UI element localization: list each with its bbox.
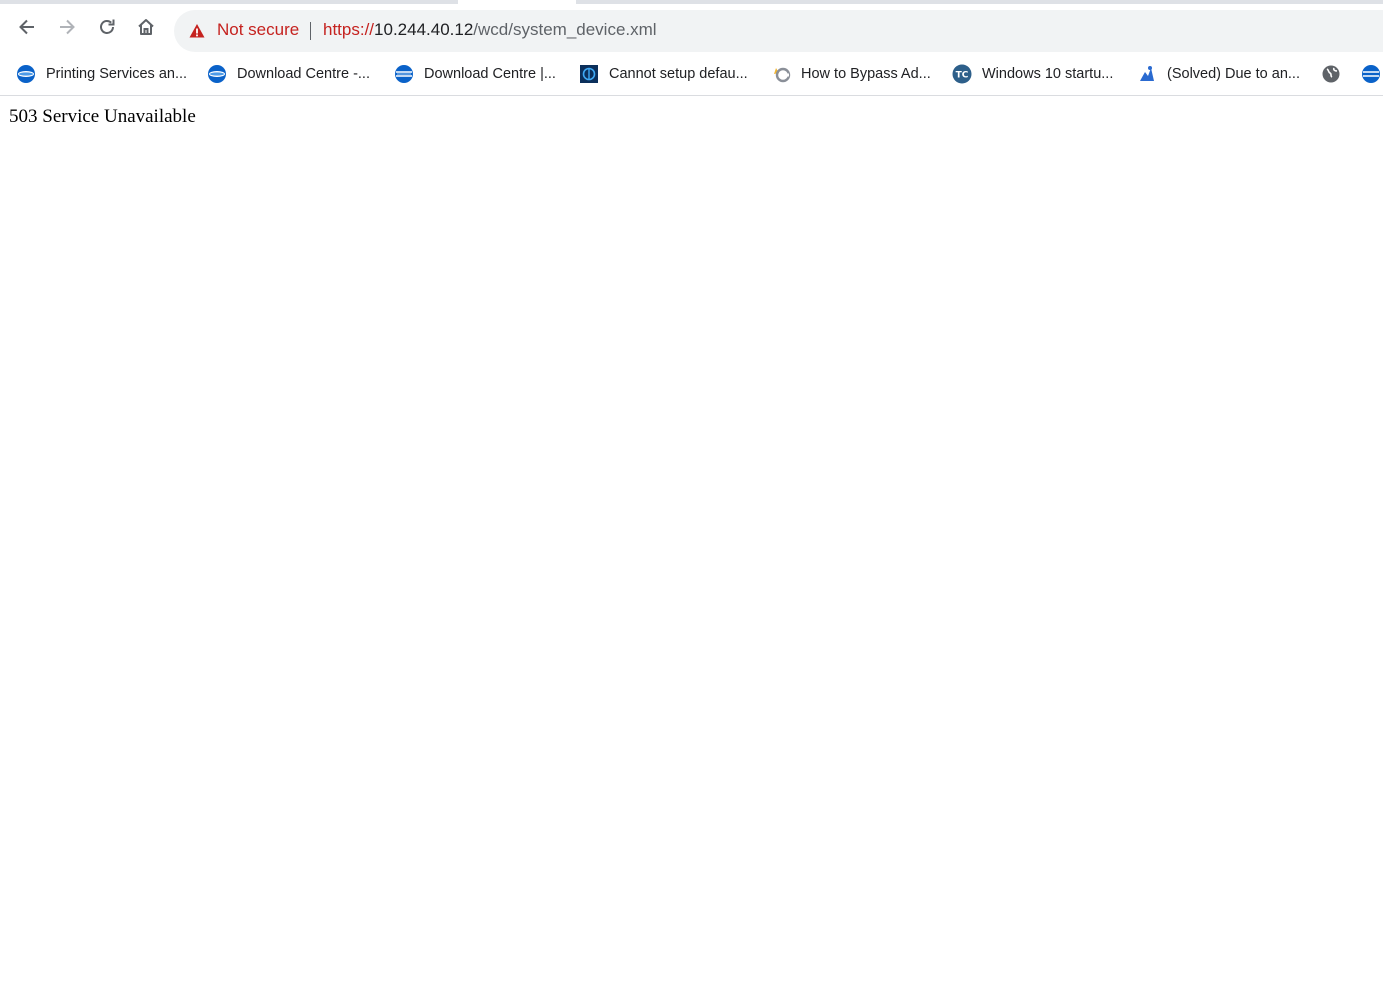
address-bar[interactable]: Not secure https://10.244.40.12/wcd/syst… [174, 10, 1383, 52]
bookmark-download-centre-2[interactable]: Download Centre |... [394, 62, 556, 86]
bookmark-label: Download Centre -... [237, 66, 370, 82]
bookmark-label: Windows 10 startu... [982, 66, 1114, 82]
arrow-left-icon [19, 19, 34, 35]
back-button[interactable] [10, 10, 44, 44]
konica-minolta-globe-icon [395, 65, 413, 83]
home-button[interactable] [129, 10, 163, 44]
windows-support-icon [580, 65, 598, 83]
svg-text:TC: TC [956, 71, 969, 81]
reload-icon [100, 19, 115, 34]
warning-triangle-icon[interactable] [188, 22, 206, 40]
reload-button[interactable] [90, 10, 124, 44]
bookmark-label: (Solved) Due to an... [1167, 66, 1300, 82]
bookmark-how-to-bypass[interactable]: How to Bypass Ad... [771, 62, 931, 86]
bookmark-label: How to Bypass Ad... [801, 66, 931, 82]
url-path: /wcd/system_device.xml [473, 20, 657, 39]
error-message: 503 Service Unavailable [9, 106, 196, 127]
konica-minolta-globe-icon [1362, 65, 1380, 83]
not-secure-label[interactable]: Not secure [217, 20, 299, 40]
bookmark-printing-services[interactable]: Printing Services an... [16, 62, 187, 86]
omnibox-separator [310, 22, 311, 40]
bookmark-cannot-setup[interactable]: Cannot setup defau... [579, 62, 748, 86]
bookmark-windows-10-startup[interactable]: TC Windows 10 startu... [952, 62, 1113, 86]
forward-button[interactable] [50, 10, 84, 44]
url-scheme: https:// [323, 20, 375, 39]
bookmark-globe[interactable] [1321, 62, 1351, 86]
bookmark-solved-due-to[interactable]: (Solved) Due to an... [1137, 62, 1300, 86]
bookmark-label: Download Centre |... [424, 66, 556, 82]
bookmark-konica-minolta[interactable] [1361, 62, 1383, 86]
bookmarks-bar: Printing Services an... Download Centre … [0, 56, 1383, 96]
page-content: 503 Service Unavailable [0, 97, 1383, 987]
globe-icon [1322, 65, 1340, 83]
konica-minolta-globe-icon [17, 65, 35, 83]
arrow-right-icon [60, 19, 75, 35]
tool-icon [774, 67, 791, 83]
tc-icon: TC [952, 64, 972, 84]
solved-icon [1140, 66, 1154, 81]
bookmark-label: Printing Services an... [46, 66, 188, 82]
url-text[interactable]: https://10.244.40.12/wcd/system_device.x… [323, 20, 657, 40]
home-icon [138, 19, 154, 35]
bookmark-label: Cannot setup defau... [609, 66, 748, 82]
url-host: 10.244.40.12 [374, 20, 474, 39]
bookmark-download-centre-1[interactable]: Download Centre -... [207, 62, 370, 86]
browser-toolbar: Not secure https://10.244.40.12/wcd/syst… [0, 4, 1383, 56]
konica-minolta-globe-icon [208, 65, 226, 83]
